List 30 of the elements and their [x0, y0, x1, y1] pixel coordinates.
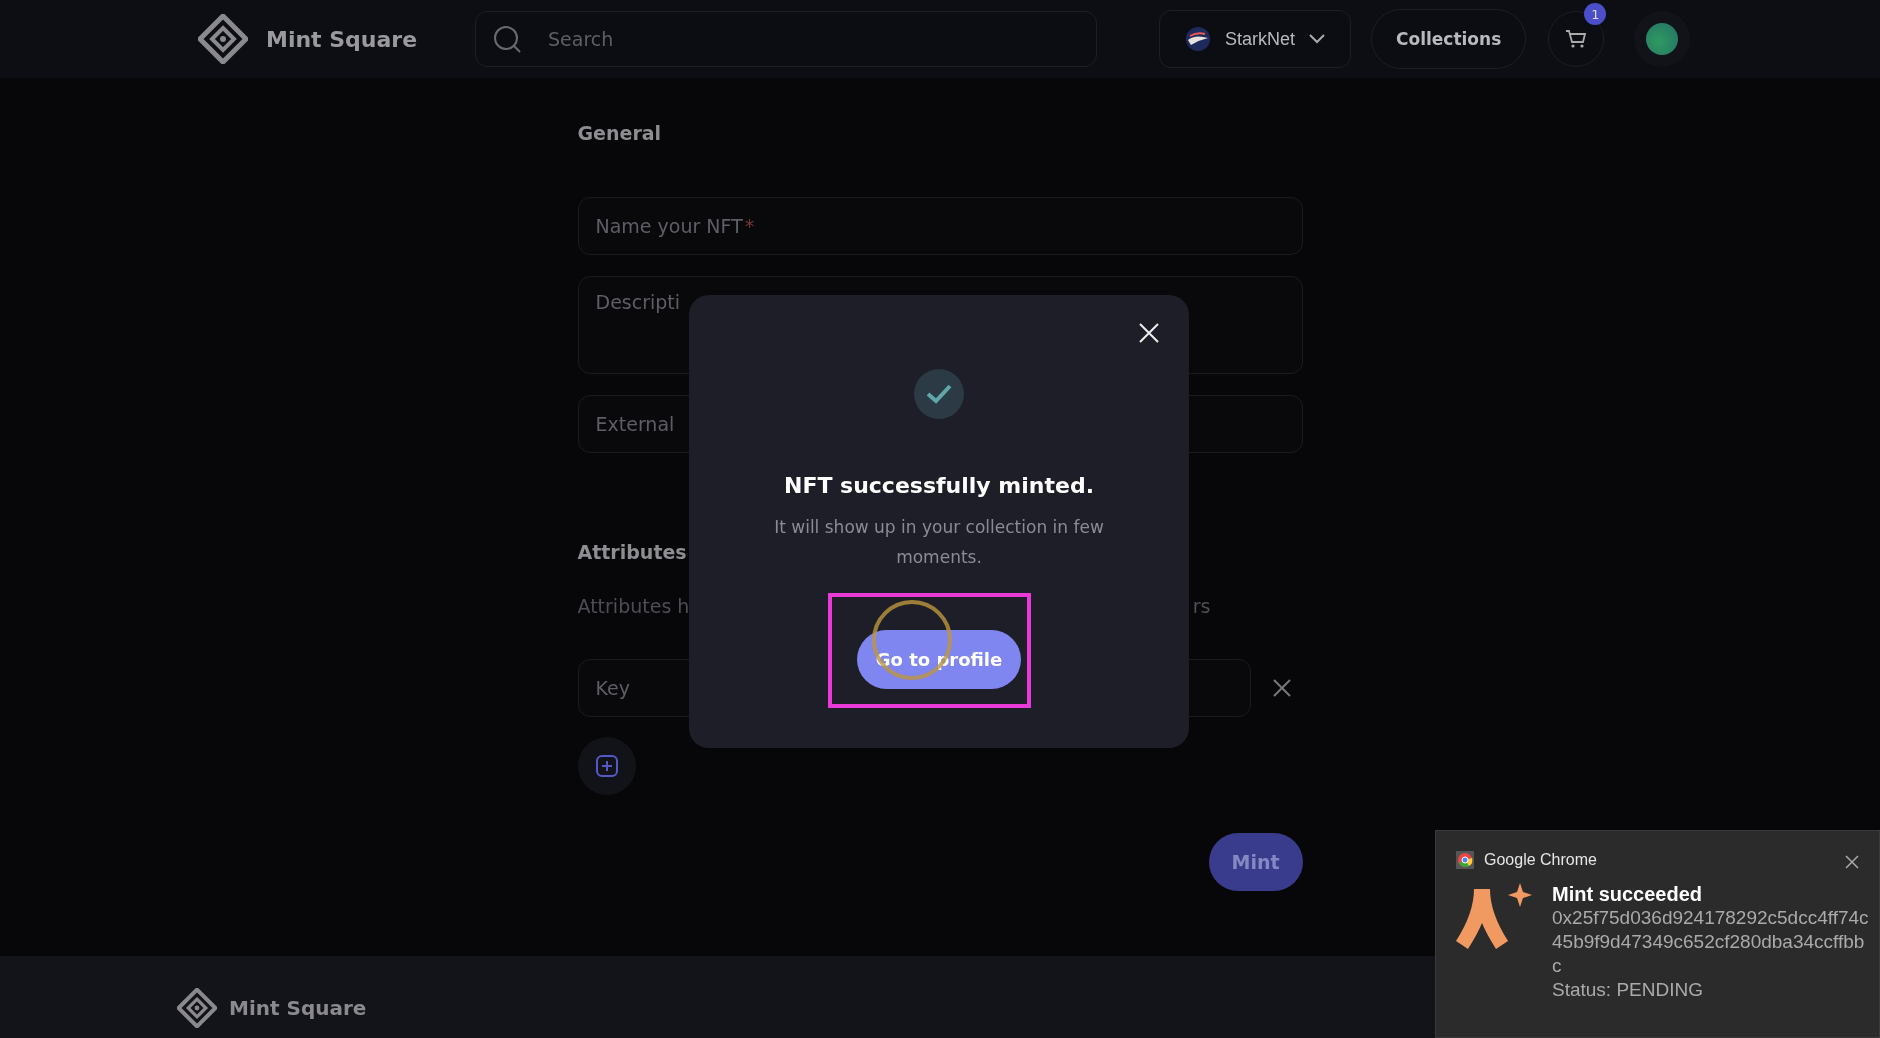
- section-heading: General: [577, 122, 662, 144]
- wallet-logo-icon: [1456, 883, 1532, 951]
- avatar-circle: [1646, 23, 1679, 55]
- browser-logo-icon: [1456, 851, 1474, 869]
- check-icon: [926, 384, 952, 404]
- dialog-title: NFT successfully minted.: [783, 473, 1094, 498]
- transaction-hash: 0x25f75d036d924178292c5dcc4ff74c45b9f9d47349c652cf280dba34ccffbbc: [1552, 906, 1870, 978]
- hint-text: rs: [1192, 595, 1211, 617]
- close-icon: [1845, 855, 1859, 869]
- close-icon[interactable]: [1272, 679, 1291, 697]
- cart-count-badge: 1: [1584, 3, 1607, 25]
- search-field[interactable]: Search: [475, 11, 1097, 67]
- notification-title: Mint succeeded: [1552, 883, 1704, 906]
- logo-text[interactable]: Mint Square: [266, 26, 418, 52]
- hint-text: Attributes h: [577, 595, 690, 617]
- chevron-down-icon: [1309, 34, 1325, 44]
- diamond-logo-icon[interactable]: [198, 14, 248, 64]
- close-icon: [1139, 323, 1159, 343]
- cart-icon: [1565, 29, 1588, 49]
- plus-square-icon: [594, 754, 619, 778]
- logo-text: Mint Square: [229, 996, 367, 1020]
- dialog-message: It will show up in your collection in few moments.: [773, 516, 1105, 569]
- network-logo-icon: [1185, 26, 1211, 52]
- section-heading: Attributes: [577, 541, 687, 563]
- network-label: StarkNet: [1225, 28, 1295, 50]
- network-dropdown[interactable]: StarkNet: [1159, 10, 1351, 68]
- diamond-logo-icon: [177, 988, 217, 1028]
- status-text: Status: PENDING: [1552, 978, 1704, 1002]
- app-name: Google Chrome: [1484, 851, 1597, 869]
- collections-button[interactable]: Collections: [1371, 9, 1527, 69]
